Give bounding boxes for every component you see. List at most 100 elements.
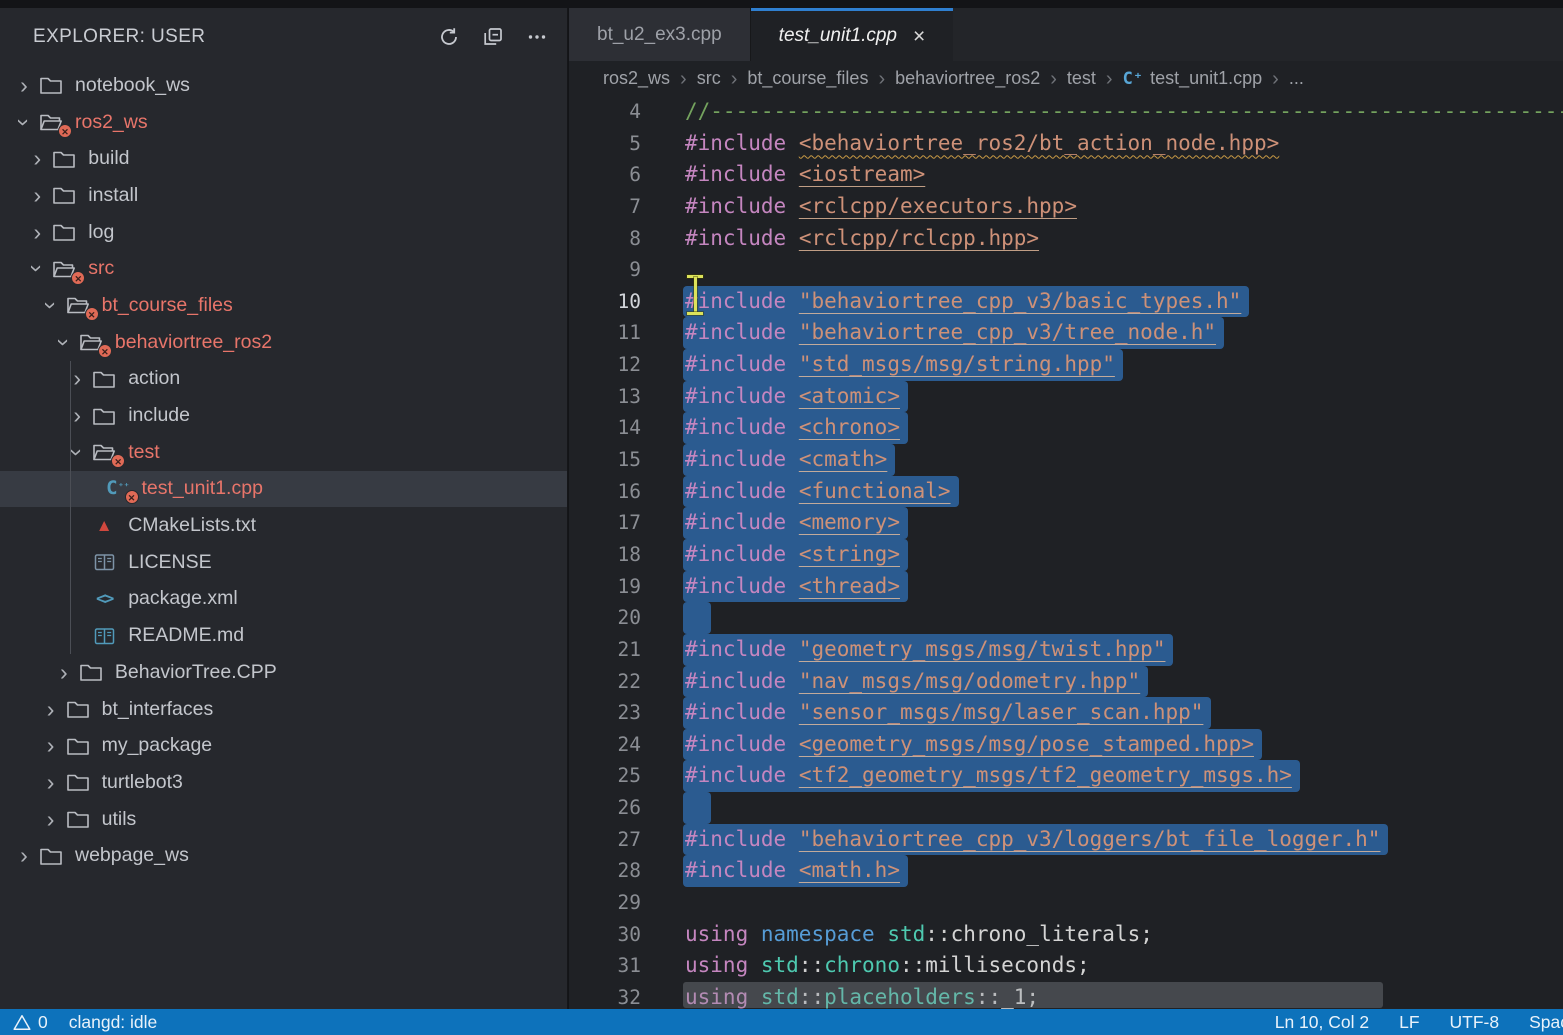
tree-item-src[interactable]: ›✕src — [0, 250, 567, 287]
code-line-22[interactable]: 22#include "nav_msgs/msg/odometry.hpp" — [569, 666, 1563, 698]
code-line-27[interactable]: 27#include "behaviortree_cpp_v3/loggers/… — [569, 824, 1563, 856]
line-number[interactable]: 9 — [569, 254, 641, 286]
code-line-26[interactable]: 26 — [569, 792, 1563, 824]
tree-item-test-unit1-cpp[interactable]: ›C⁺⁺✕test_unit1.cpp — [0, 471, 567, 508]
code-line-7[interactable]: 7#include <rclcpp/executors.hpp> — [569, 191, 1563, 223]
chevron-down-icon[interactable]: › — [26, 257, 49, 281]
line-number[interactable]: 21 — [569, 634, 641, 666]
tree-item-package-xml[interactable]: ›<>package.xml — [0, 581, 567, 618]
tree-item-bt-course-files[interactable]: ›✕bt_course_files — [0, 287, 567, 324]
chevron-right-icon[interactable]: › — [12, 74, 36, 97]
tree-item-webpage-ws[interactable]: ›webpage_ws — [0, 837, 567, 874]
breadcrumb-item[interactable]: src — [697, 68, 721, 89]
line-number[interactable]: 6 — [569, 159, 641, 191]
line-number[interactable]: 15 — [569, 444, 641, 476]
code-line-24[interactable]: 24#include <geometry_msgs/msg/pose_stamp… — [569, 729, 1563, 761]
breadcrumb-item[interactable]: test — [1067, 68, 1096, 89]
code-line-23[interactable]: 23#include "sensor_msgs/msg/laser_scan.h… — [569, 697, 1563, 729]
chevron-right-icon[interactable]: › — [25, 147, 49, 170]
line-number[interactable]: 19 — [569, 571, 641, 603]
line-number[interactable]: 28 — [569, 855, 641, 887]
code-line-29[interactable]: 29 — [569, 887, 1563, 919]
collapse-all-icon[interactable] — [481, 25, 505, 49]
code-line-31[interactable]: 31using std::chrono::milliseconds; — [569, 950, 1563, 982]
code-line-14[interactable]: 14#include <chrono> — [569, 412, 1563, 444]
tab-test-unit1[interactable]: test_unit1.cpp × — [751, 8, 954, 61]
code-line-19[interactable]: 19#include <thread> — [569, 571, 1563, 603]
problems-indicator[interactable]: 0 — [13, 1012, 48, 1033]
eol-status[interactable]: LF — [1399, 1012, 1419, 1033]
chevron-right-icon[interactable]: › — [39, 808, 63, 831]
encoding-status[interactable]: UTF-8 — [1450, 1012, 1500, 1033]
chevron-down-icon[interactable]: › — [52, 330, 75, 354]
code-area[interactable]: 4//-------------------------------------… — [569, 96, 1563, 1009]
tree-item-test[interactable]: ›✕test — [0, 434, 567, 471]
chevron-right-icon[interactable]: › — [25, 221, 49, 244]
chevron-right-icon[interactable]: › — [65, 367, 89, 390]
code-line-8[interactable]: 8#include <rclcpp/rclcpp.hpp> — [569, 223, 1563, 255]
line-number[interactable]: 8 — [569, 223, 641, 255]
horizontal-scrollbar[interactable] — [683, 982, 1383, 1008]
line-number[interactable]: 31 — [569, 950, 641, 982]
code-line-28[interactable]: 28#include <math.h> — [569, 855, 1563, 887]
chevron-down-icon[interactable]: › — [39, 293, 62, 317]
tree-item-log[interactable]: ›log — [0, 214, 567, 251]
line-number[interactable]: 32 — [569, 982, 641, 1009]
chevron-down-icon[interactable]: › — [13, 110, 36, 134]
tree-item-bt-interfaces[interactable]: ›bt_interfaces — [0, 691, 567, 728]
chevron-right-icon[interactable]: › — [39, 771, 63, 794]
chevron-right-icon[interactable]: › — [12, 844, 36, 867]
line-number[interactable]: 4 — [569, 96, 641, 128]
breadcrumb-item[interactable]: bt_course_files — [747, 68, 868, 89]
code-line-6[interactable]: 6#include <iostream> — [569, 159, 1563, 191]
tree-item-notebook-ws[interactable]: ›notebook_ws — [0, 67, 567, 104]
code-line-25[interactable]: 25#include <tf2_geometry_msgs/tf2_geomet… — [569, 760, 1563, 792]
cursor-position-status[interactable]: Ln 10, Col 2 — [1275, 1012, 1369, 1033]
code-line-21[interactable]: 21#include "geometry_msgs/msg/twist.hpp" — [569, 634, 1563, 666]
tree-item-build[interactable]: ›build — [0, 140, 567, 177]
close-icon[interactable]: × — [913, 26, 925, 47]
clangd-status[interactable]: clangd: idle — [69, 1012, 158, 1033]
tab-bt-u2-ex3[interactable]: bt_u2_ex3.cpp — [569, 8, 751, 61]
refresh-icon[interactable] — [437, 25, 461, 49]
breadcrumb-item[interactable]: ... — [1289, 68, 1304, 89]
code-line-16[interactable]: 16#include <functional> — [569, 476, 1563, 508]
line-number[interactable]: 10 — [569, 286, 641, 318]
line-number[interactable]: 18 — [569, 539, 641, 571]
line-number[interactable]: 29 — [569, 887, 641, 919]
code-line-10[interactable]: 10#include "behaviortree_cpp_v3/basic_ty… — [569, 286, 1563, 318]
line-number[interactable]: 22 — [569, 666, 641, 698]
code-line-12[interactable]: 12#include "std_msgs/msg/string.hpp" — [569, 349, 1563, 381]
line-number[interactable]: 13 — [569, 381, 641, 413]
breadcrumb-item[interactable]: C⁺test_unit1.cpp — [1123, 68, 1263, 89]
line-number[interactable]: 27 — [569, 824, 641, 856]
line-number[interactable]: 26 — [569, 792, 641, 824]
tree-item-cmakelists-txt[interactable]: ›▲CMakeLists.txt — [0, 507, 567, 544]
breadcrumb-item[interactable]: behaviortree_ros2 — [895, 68, 1040, 89]
line-number[interactable]: 17 — [569, 507, 641, 539]
tree-item-install[interactable]: ›install — [0, 177, 567, 214]
code-line-13[interactable]: 13#include <atomic> — [569, 381, 1563, 413]
line-number[interactable]: 30 — [569, 919, 641, 951]
chevron-right-icon[interactable]: › — [39, 734, 63, 757]
code-line-4[interactable]: 4//-------------------------------------… — [569, 96, 1563, 128]
tree-item-behaviortree-cpp[interactable]: ›BehaviorTree.CPP — [0, 654, 567, 691]
line-number[interactable]: 14 — [569, 412, 641, 444]
tree-item-behaviortree-ros2[interactable]: ›✕behaviortree_ros2 — [0, 324, 567, 361]
code-line-5[interactable]: 5#include <behaviortree_ros2/bt_action_n… — [569, 128, 1563, 160]
tree-item-utils[interactable]: ›utils — [0, 801, 567, 838]
line-number[interactable]: 5 — [569, 128, 641, 160]
indentation-status[interactable]: Spac — [1529, 1012, 1563, 1033]
tree-item-readme-md[interactable]: ›README.md — [0, 617, 567, 654]
line-number[interactable]: 11 — [569, 317, 641, 349]
code-line-15[interactable]: 15#include <cmath> — [569, 444, 1563, 476]
tree-item-include[interactable]: ›include — [0, 397, 567, 434]
breadcrumb-item[interactable]: ros2_ws — [603, 68, 670, 89]
code-line-18[interactable]: 18#include <string> — [569, 539, 1563, 571]
line-number[interactable]: 24 — [569, 729, 641, 761]
tree-item-my-package[interactable]: ›my_package — [0, 727, 567, 764]
line-number[interactable]: 7 — [569, 191, 641, 223]
chevron-right-icon[interactable]: › — [25, 184, 49, 207]
line-number[interactable]: 20 — [569, 602, 641, 634]
tree-item-ros2-ws[interactable]: ›✕ros2_ws — [0, 104, 567, 141]
